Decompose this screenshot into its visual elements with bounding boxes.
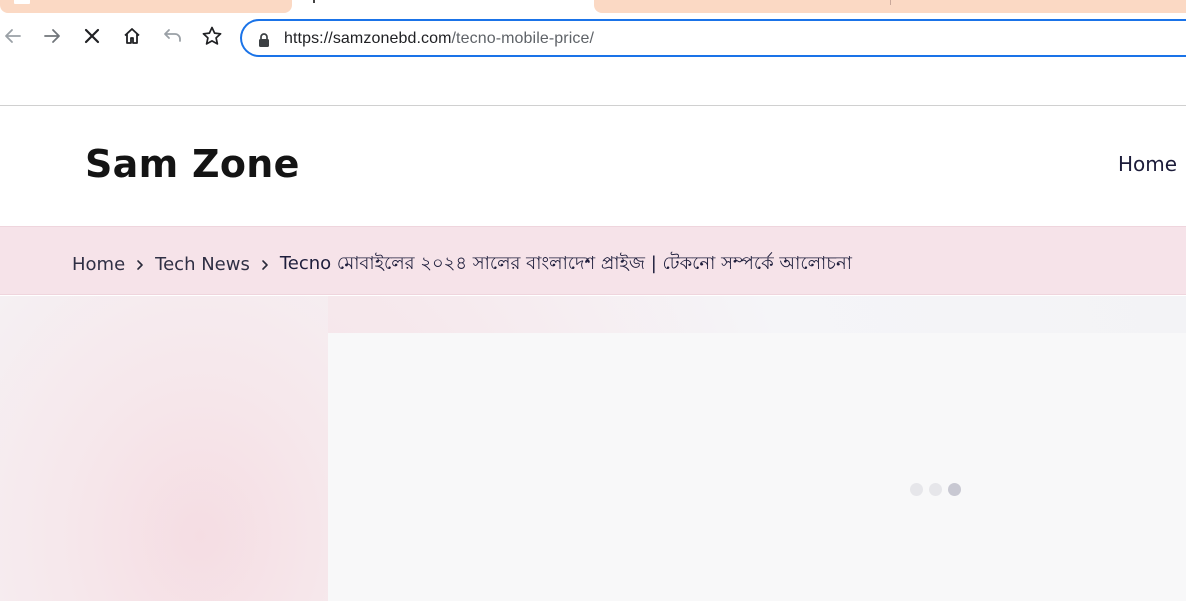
star-icon[interactable] xyxy=(200,24,224,48)
close-icon[interactable] xyxy=(80,24,104,48)
url-input[interactable]: https://samzonebd.com/tecno-mobile-price… xyxy=(284,30,594,48)
tab-indicator xyxy=(313,0,315,3)
content-area xyxy=(0,296,1186,601)
tab-strip xyxy=(0,0,1186,14)
browser-tab[interactable] xyxy=(0,0,292,13)
lock-icon[interactable] xyxy=(258,32,270,51)
loader-dot xyxy=(910,483,923,496)
breadcrumb-link-home[interactable]: Home xyxy=(72,254,125,275)
address-bar[interactable]: https://samzonebd.com/tecno-mobile-price… xyxy=(240,19,1186,57)
browser-toolbar: https://samzonebd.com/tecno-mobile-price… xyxy=(0,16,1186,64)
url-path: /tecno-mobile-price/ xyxy=(451,30,595,47)
breadcrumb-current: Tecno মোবাইলের ২০২৪ সালের বাংলাদেশ প্রাই… xyxy=(279,253,852,274)
chevron-right-icon xyxy=(260,259,270,271)
tab-divider xyxy=(890,0,891,5)
loader-dot xyxy=(929,483,942,496)
breadcrumb: Home Tech News Tecno মোবাইলের ২০২৪ সালের… xyxy=(72,249,852,280)
chevron-right-icon xyxy=(135,259,145,271)
arrow-right-icon[interactable] xyxy=(40,24,64,48)
nav-item-home[interactable]: Home xyxy=(1118,152,1177,176)
loading-indicator xyxy=(910,483,961,496)
site-logo[interactable]: Sam Zone xyxy=(85,142,300,186)
url-host: https://samzonebd.com xyxy=(284,30,452,47)
background-glow xyxy=(0,296,328,601)
tab-favicon-icon xyxy=(14,0,30,4)
content-panel xyxy=(328,333,1186,601)
arrow-left-icon[interactable] xyxy=(1,24,25,48)
breadcrumb-link-tech-news[interactable]: Tech News xyxy=(155,254,250,275)
home-icon[interactable] xyxy=(120,24,144,48)
undo-icon[interactable] xyxy=(160,24,184,48)
loader-dot-active xyxy=(948,483,961,496)
site-header: Sam Zone Home xyxy=(0,106,1186,226)
breadcrumb-bar: Home Tech News Tecno মোবাইলের ২০২৪ সালের… xyxy=(0,226,1186,295)
browser-chrome: https://samzonebd.com/tecno-mobile-price… xyxy=(0,0,1186,106)
